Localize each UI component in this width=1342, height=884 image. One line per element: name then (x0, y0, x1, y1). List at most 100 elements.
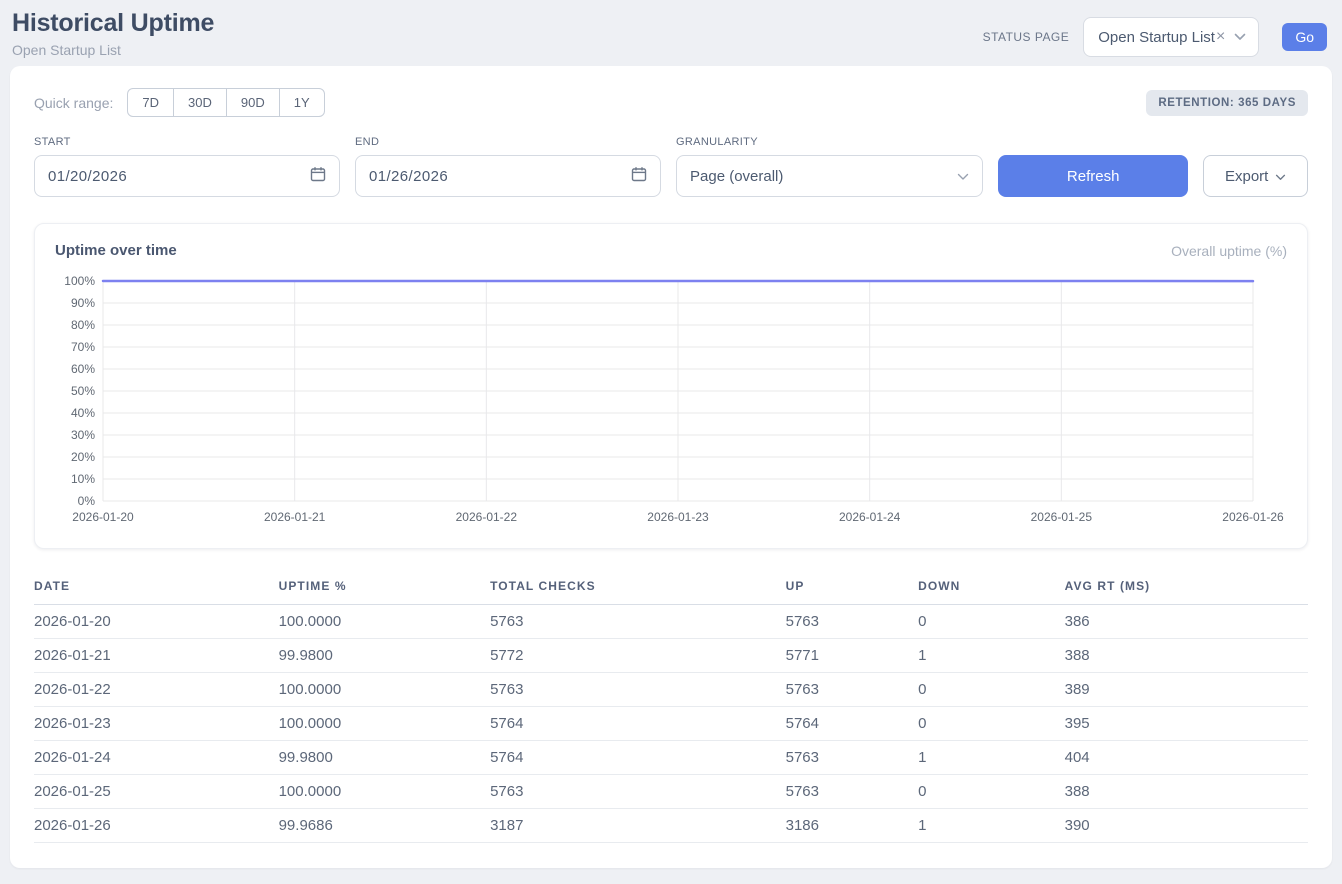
cell-date: 2026-01-26 (34, 809, 279, 843)
quick-range-90d-button[interactable]: 90D (226, 88, 280, 117)
refresh-button[interactable]: Refresh (998, 155, 1188, 197)
svg-text:10%: 10% (71, 472, 95, 486)
cell-avg-rt: 395 (1065, 707, 1308, 741)
granularity-value: Page (overall) (690, 168, 783, 185)
cell-up: 5764 (786, 707, 918, 741)
cell-total-checks: 5772 (490, 639, 786, 673)
quick-range-30d-button[interactable]: 30D (173, 88, 227, 117)
start-label: START (34, 136, 340, 148)
page-title: Historical Uptime (12, 9, 214, 38)
cell-date: 2026-01-22 (34, 673, 279, 707)
end-label: END (355, 136, 661, 148)
calendar-icon[interactable] (631, 166, 647, 186)
chart-title: Uptime over time (55, 242, 177, 259)
cell-avg-rt: 388 (1065, 639, 1308, 673)
go-button[interactable]: Go (1282, 23, 1327, 51)
cell-avg-rt: 390 (1065, 809, 1308, 843)
svg-text:30%: 30% (71, 428, 95, 442)
cell-down: 0 (918, 673, 1065, 707)
svg-text:20%: 20% (71, 450, 95, 464)
column-header-total-checks: TOTAL CHECKS (490, 573, 786, 605)
cell-uptime: 100.0000 (279, 673, 490, 707)
cell-up: 5763 (786, 605, 918, 639)
status-page-select-value: Open Startup List (1098, 29, 1215, 46)
table-header-row: DATE UPTIME % TOTAL CHECKS UP DOWN AVG R… (34, 573, 1308, 605)
end-date-input[interactable]: 01/26/2026 (355, 155, 661, 197)
svg-text:80%: 80% (71, 318, 95, 332)
clear-icon[interactable]: × (1216, 28, 1225, 46)
quick-range-group: 7D 30D 90D 1Y (127, 88, 324, 117)
svg-text:0%: 0% (78, 494, 96, 508)
cell-down: 0 (918, 707, 1065, 741)
calendar-icon[interactable] (310, 166, 326, 186)
end-date-field: END 01/26/2026 (355, 136, 661, 197)
cell-date: 2026-01-24 (34, 741, 279, 775)
cell-down: 1 (918, 741, 1065, 775)
status-page-label: STATUS PAGE (983, 30, 1070, 44)
page-subtitle: Open Startup List (12, 42, 214, 58)
page-header: Historical Uptime Open Startup List STAT… (0, 0, 1342, 66)
cell-avg-rt: 389 (1065, 673, 1308, 707)
end-date-value: 01/26/2026 (369, 168, 448, 185)
cell-total-checks: 5763 (490, 775, 786, 809)
column-header-avg-rt: AVG RT (MS) (1065, 573, 1308, 605)
cell-down: 1 (918, 639, 1065, 673)
start-date-input[interactable]: 01/20/2026 (34, 155, 340, 197)
column-header-up: UP (786, 573, 918, 605)
column-header-down: DOWN (918, 573, 1065, 605)
cell-up: 3186 (786, 809, 918, 843)
quick-range-row: Quick range: 7D 30D 90D 1Y RETENTION: 36… (34, 88, 1308, 117)
status-page-select[interactable]: Open Startup List× (1083, 17, 1259, 57)
cell-uptime: 99.9800 (279, 639, 490, 673)
cell-uptime: 100.0000 (279, 707, 490, 741)
svg-text:2026-01-22: 2026-01-22 (456, 510, 518, 524)
cell-avg-rt: 388 (1065, 775, 1308, 809)
export-button-label: Export (1225, 168, 1268, 185)
cell-uptime: 99.9686 (279, 809, 490, 843)
table-row: 2026-01-25 100.0000 5763 5763 0 388 (34, 775, 1308, 809)
cell-up: 5763 (786, 775, 918, 809)
svg-text:50%: 50% (71, 384, 95, 398)
cell-down: 0 (918, 605, 1065, 639)
cell-uptime: 100.0000 (279, 605, 490, 639)
cell-down: 0 (918, 775, 1065, 809)
table-row: 2026-01-23 100.0000 5764 5764 0 395 (34, 707, 1308, 741)
cell-date: 2026-01-23 (34, 707, 279, 741)
uptime-chart: 0%10%20%30%40%50%60%70%80%90%100%2026-01… (55, 269, 1287, 531)
status-page-picker: STATUS PAGE Open Startup List× Go (983, 17, 1327, 57)
svg-text:2026-01-20: 2026-01-20 (72, 510, 134, 524)
cell-total-checks: 5764 (490, 707, 786, 741)
cell-total-checks: 3187 (490, 809, 786, 843)
export-button[interactable]: Export (1203, 155, 1308, 197)
table-row: 2026-01-26 99.9686 3187 3186 1 390 (34, 809, 1308, 843)
chevron-down-icon (1275, 168, 1286, 185)
chart-legend: Overall uptime (%) (1171, 243, 1287, 259)
quick-range-7d-button[interactable]: 7D (127, 88, 174, 117)
column-header-uptime: UPTIME % (279, 573, 490, 605)
cell-up: 5763 (786, 741, 918, 775)
svg-text:2026-01-23: 2026-01-23 (647, 510, 709, 524)
chart-card: Uptime over time Overall uptime (%) 0% 10… (34, 223, 1308, 549)
svg-text:90%: 90% (71, 296, 95, 310)
granularity-select[interactable]: Page (overall) (676, 155, 983, 197)
cell-up: 5771 (786, 639, 918, 673)
cell-up: 5763 (786, 673, 918, 707)
chevron-down-icon (1234, 33, 1246, 41)
svg-text:2026-01-21: 2026-01-21 (264, 510, 326, 524)
cell-down: 1 (918, 809, 1065, 843)
cell-total-checks: 5763 (490, 605, 786, 639)
table-row: 2026-01-24 99.9800 5764 5763 1 404 (34, 741, 1308, 775)
table-row: 2026-01-22 100.0000 5763 5763 0 389 (34, 673, 1308, 707)
start-date-value: 01/20/2026 (48, 168, 127, 185)
quick-range-1y-button[interactable]: 1Y (279, 88, 325, 117)
table-row: 2026-01-21 99.9800 5772 5771 1 388 (34, 639, 1308, 673)
cell-avg-rt: 386 (1065, 605, 1308, 639)
svg-text:40%: 40% (71, 406, 95, 420)
retention-badge: RETENTION: 365 DAYS (1146, 90, 1308, 116)
filters-row: START 01/20/2026 END 01/26/2026 GRANULAR… (34, 136, 1308, 197)
svg-text:70%: 70% (71, 340, 95, 354)
cell-date: 2026-01-20 (34, 605, 279, 639)
cell-avg-rt: 404 (1065, 741, 1308, 775)
quick-range-label: Quick range: (34, 95, 113, 111)
main-panel: Quick range: 7D 30D 90D 1Y RETENTION: 36… (10, 66, 1332, 868)
